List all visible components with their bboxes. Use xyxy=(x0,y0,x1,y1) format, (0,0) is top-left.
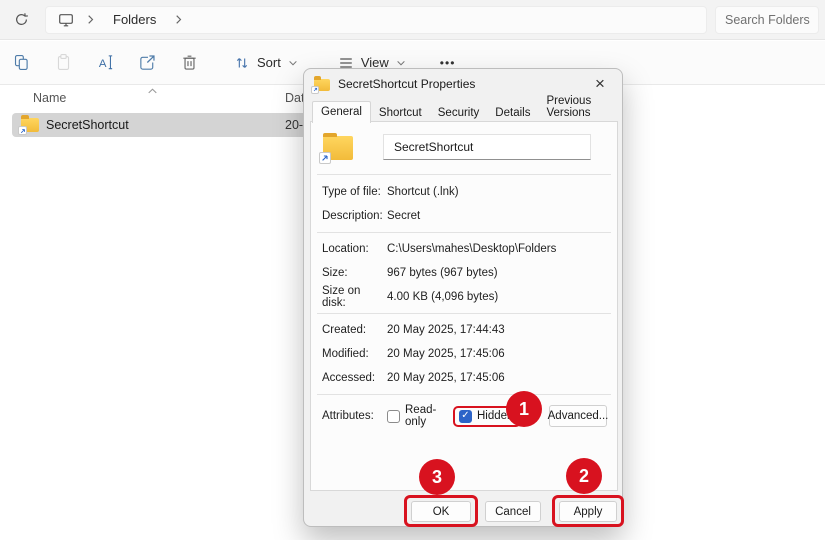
tab-shortcut[interactable]: Shortcut xyxy=(371,103,430,122)
copy-button[interactable] xyxy=(0,46,42,80)
chevron-down-icon xyxy=(396,59,406,67)
properties-dialog: SecretShortcut Properties × General Shor… xyxy=(303,68,623,527)
chevron-down-icon xyxy=(288,59,298,67)
field-value: 20 May 2025, 17:45:06 xyxy=(387,348,505,360)
dialog-title: SecretShortcut Properties xyxy=(338,77,475,91)
divider xyxy=(317,232,611,233)
field-label: Size on disk: xyxy=(322,285,387,309)
field-label: Location: xyxy=(322,243,387,255)
field-value: Shortcut (.lnk) xyxy=(387,186,459,198)
sort-button[interactable]: Sort xyxy=(226,46,306,80)
field-label: Created: xyxy=(322,324,387,336)
field-size: Size: 967 bytes (967 bytes) xyxy=(311,261,617,285)
field-label: Attributes: xyxy=(322,410,387,422)
folder-shortcut-icon xyxy=(314,79,330,91)
field-value: 20 May 2025, 17:44:43 xyxy=(387,324,505,336)
annotation-step-2: 2 xyxy=(566,458,602,494)
tab-general[interactable]: General xyxy=(312,101,371,123)
field-label: Description: xyxy=(322,210,387,222)
file-date-label: 20- xyxy=(285,118,303,132)
tab-security[interactable]: Security xyxy=(430,103,488,122)
attributes-row: Attributes: Read-only ✓ Hidden Advanced.… xyxy=(311,401,617,431)
file-name-input[interactable]: SecretShortcut xyxy=(383,134,591,160)
rename-button[interactable]: A xyxy=(84,46,126,80)
apply-button[interactable]: Apply xyxy=(559,501,617,522)
delete-button[interactable] xyxy=(168,46,210,80)
field-value: Secret xyxy=(387,210,420,222)
field-label: Accessed: xyxy=(322,372,387,384)
column-header-name[interactable]: Name xyxy=(33,91,66,105)
divider xyxy=(317,313,611,314)
tab-details[interactable]: Details xyxy=(487,103,538,122)
field-created: Created: 20 May 2025, 17:44:43 xyxy=(311,318,617,342)
share-button[interactable] xyxy=(126,46,168,80)
field-label: Size: xyxy=(322,267,387,279)
sort-ascending-icon xyxy=(147,87,158,96)
hidden-checkbox[interactable]: ✓ xyxy=(459,410,472,423)
breadcrumb-folders[interactable]: Folders xyxy=(107,10,162,29)
refresh-button[interactable] xyxy=(6,5,36,35)
copy-icon xyxy=(12,53,31,72)
dialog-tabs: General Shortcut Security Details Previo… xyxy=(312,101,622,122)
chevron-right-icon xyxy=(86,14,95,25)
field-label: Modified: xyxy=(322,348,387,360)
folder-shortcut-icon xyxy=(21,118,39,132)
field-value: C:\Users\mahes\Desktop\Folders xyxy=(387,243,556,255)
readonly-label: Read-only xyxy=(405,404,449,428)
paste-button xyxy=(42,46,84,80)
navigation-bar: Folders Search Folders xyxy=(0,0,825,40)
paste-icon xyxy=(54,53,73,72)
field-value: 20 May 2025, 17:45:06 xyxy=(387,372,505,384)
cancel-button[interactable]: Cancel xyxy=(485,501,541,522)
field-type-of-file: Type of file: Shortcut (.lnk) xyxy=(311,180,617,204)
sort-icon xyxy=(234,55,250,71)
field-size-on-disk: Size on disk: 4.00 KB (4,096 bytes) xyxy=(311,285,617,309)
field-location: Location: C:\Users\mahes\Desktop\Folders xyxy=(311,237,617,261)
column-header-date[interactable]: Dat xyxy=(285,91,304,105)
share-icon xyxy=(138,53,157,72)
field-modified: Modified: 20 May 2025, 17:45:06 xyxy=(311,342,617,366)
rename-icon: A xyxy=(96,53,115,72)
file-row-secretshortcut[interactable]: SecretShortcut 20- xyxy=(12,113,304,137)
general-tab-page: SecretShortcut Type of file: Shortcut (.… xyxy=(310,121,618,491)
readonly-checkbox[interactable] xyxy=(387,410,400,423)
chevron-right-icon xyxy=(174,14,183,25)
ok-button[interactable]: OK xyxy=(411,501,471,522)
this-pc-icon[interactable] xyxy=(58,12,74,28)
field-label: Type of file: xyxy=(322,186,387,198)
search-input[interactable]: Search Folders xyxy=(715,6,819,34)
sort-label: Sort xyxy=(257,55,281,70)
field-accessed: Accessed: 20 May 2025, 17:45:06 xyxy=(311,366,617,390)
divider xyxy=(317,394,611,395)
svg-text:A: A xyxy=(98,58,106,70)
check-icon: ✓ xyxy=(461,411,469,421)
tab-previous-versions[interactable]: Previous Versions xyxy=(538,91,622,122)
file-name-label: SecretShortcut xyxy=(46,118,129,132)
divider xyxy=(317,174,611,175)
advanced-button[interactable]: Advanced... xyxy=(549,405,607,427)
address-bar[interactable]: Folders xyxy=(45,6,707,34)
trash-icon xyxy=(180,53,199,72)
readonly-checkbox-group[interactable]: Read-only xyxy=(387,404,449,428)
annotation-step-3: 3 xyxy=(419,459,455,495)
field-value: 967 bytes (967 bytes) xyxy=(387,267,498,279)
field-value: 4.00 KB (4,096 bytes) xyxy=(387,291,498,303)
folder-shortcut-icon xyxy=(323,136,353,160)
refresh-icon xyxy=(14,12,29,27)
field-description: Description: Secret xyxy=(311,204,617,228)
annotation-step-1: 1 xyxy=(506,391,542,427)
